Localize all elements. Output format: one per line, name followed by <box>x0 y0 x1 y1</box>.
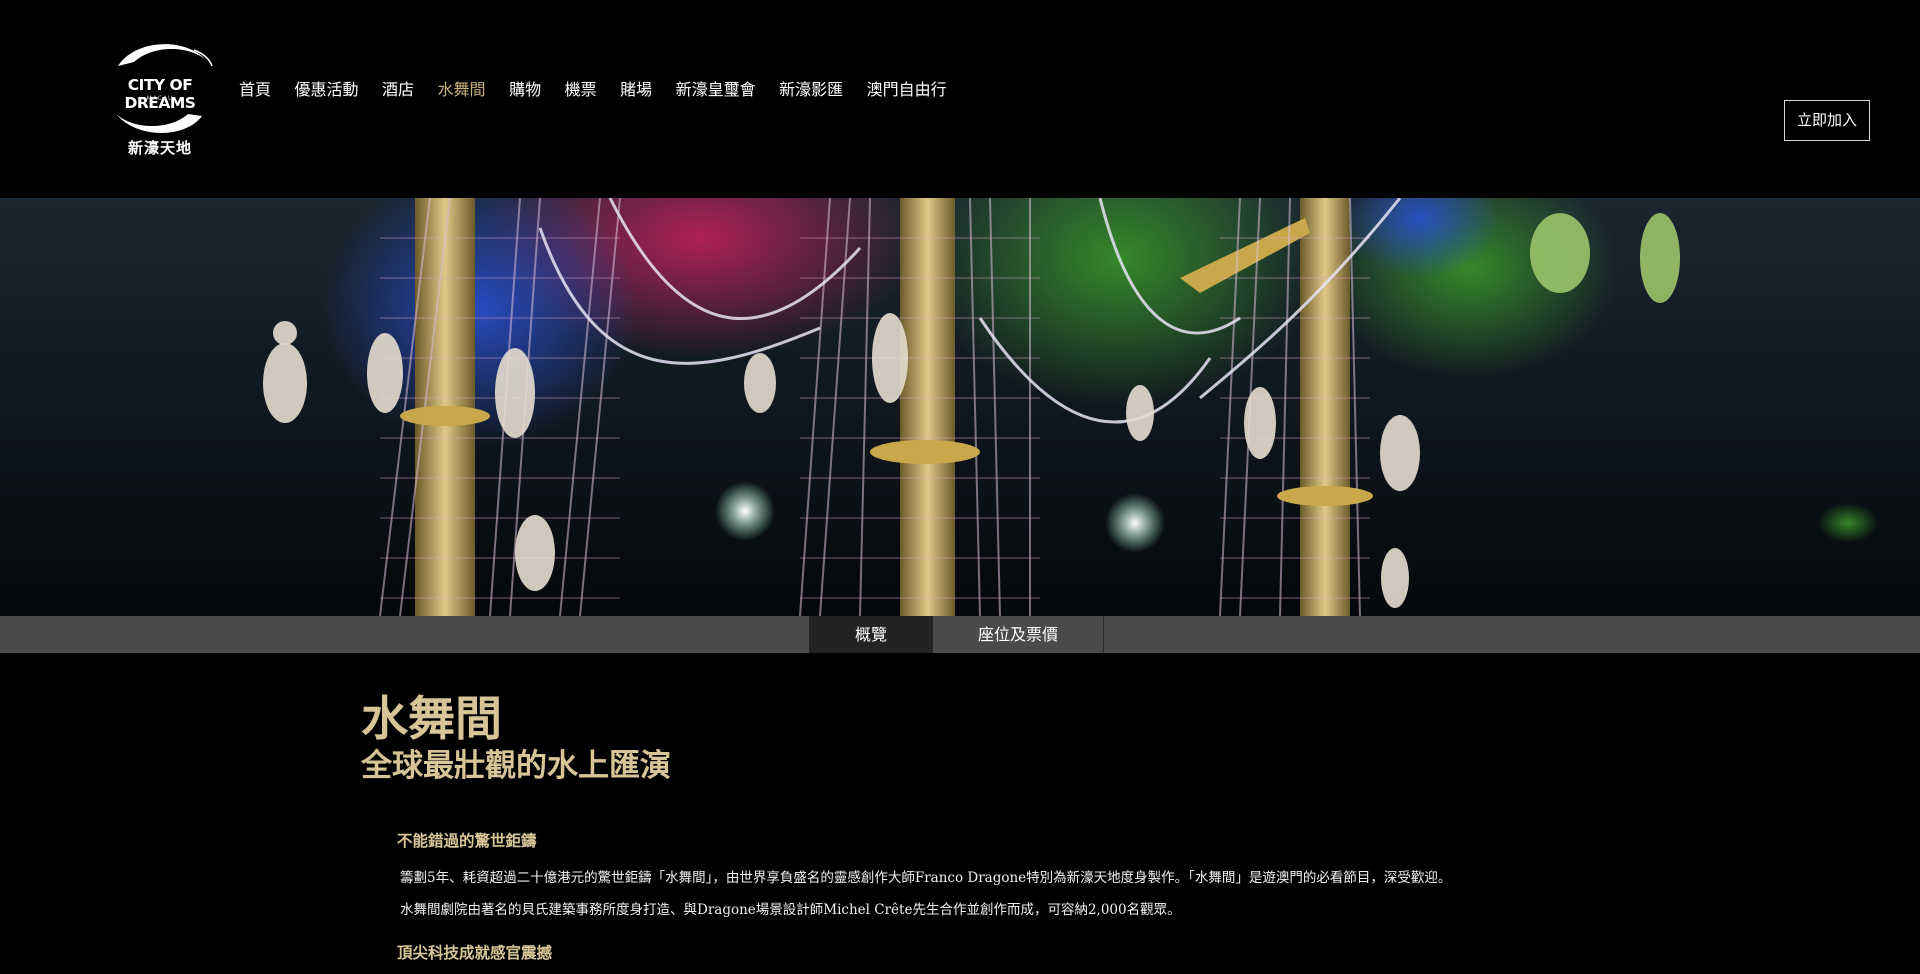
paragraph-intro: 籌劃5年、耗資超過二十億港元的驚世鉅鑄「水舞間」，由世界享負盛名的靈感創作大師F… <box>400 870 1452 886</box>
section-heading-technology: 頂尖科技成就感官震撼 <box>397 943 553 962</box>
page-title: 水舞間 <box>361 692 502 747</box>
section-tabbar: 概覽 座位及票價 <box>0 616 1920 653</box>
nav-item-shopping[interactable]: 購物 <box>509 76 541 100</box>
logo-chinese-name: 新濠天地 <box>127 139 192 157</box>
join-now-button[interactable]: 立即加入 <box>1784 100 1870 141</box>
main-nav: 首頁 優惠活動 酒店 水舞間 購物 機票 賭場 新濠皇璽會 新濠影匯 澳門自由行 <box>239 76 970 100</box>
nav-item-hotels[interactable]: 酒店 <box>382 76 414 100</box>
nav-item-studio-city[interactable]: 新濠影匯 <box>779 76 843 100</box>
nav-item-macau-travel[interactable]: 澳門自由行 <box>867 76 947 100</box>
nav-item-casino[interactable]: 賭場 <box>620 76 652 100</box>
stage-performance-illustration <box>0 198 1920 616</box>
logo-wordmark: CITY OF DREAMS <box>124 76 196 112</box>
tab-overview[interactable]: 概覽 <box>809 616 933 653</box>
paragraph-theatre: 水舞間劇院由著名的貝氏建築事務所度身打造、與Dragone場景設計師Michel… <box>400 902 1181 918</box>
nav-item-royal-club[interactable]: 新濠皇璽會 <box>676 76 756 100</box>
page-subtitle: 全球最壯觀的水上匯演 <box>361 748 671 784</box>
tab-seating-and-prices[interactable]: 座位及票價 <box>933 616 1104 653</box>
hero-banner-image <box>0 198 1920 616</box>
nav-item-house-of-dancing-water[interactable]: 水舞間 <box>438 76 486 100</box>
nav-item-home[interactable]: 首頁 <box>239 76 271 100</box>
site-header: CITY OF DREAMS MACAU 新濠天地 首頁 優惠活動 酒店 水舞間… <box>0 0 1920 198</box>
logo-subtitle: MACAU <box>146 95 174 102</box>
nav-item-flights[interactable]: 機票 <box>565 76 597 100</box>
nav-item-offers[interactable]: 優惠活動 <box>295 76 359 100</box>
section-heading-must-see: 不能錯過的驚世鉅鑄 <box>397 831 537 850</box>
city-of-dreams-logo[interactable]: CITY OF DREAMS MACAU 新濠天地 <box>94 36 226 160</box>
